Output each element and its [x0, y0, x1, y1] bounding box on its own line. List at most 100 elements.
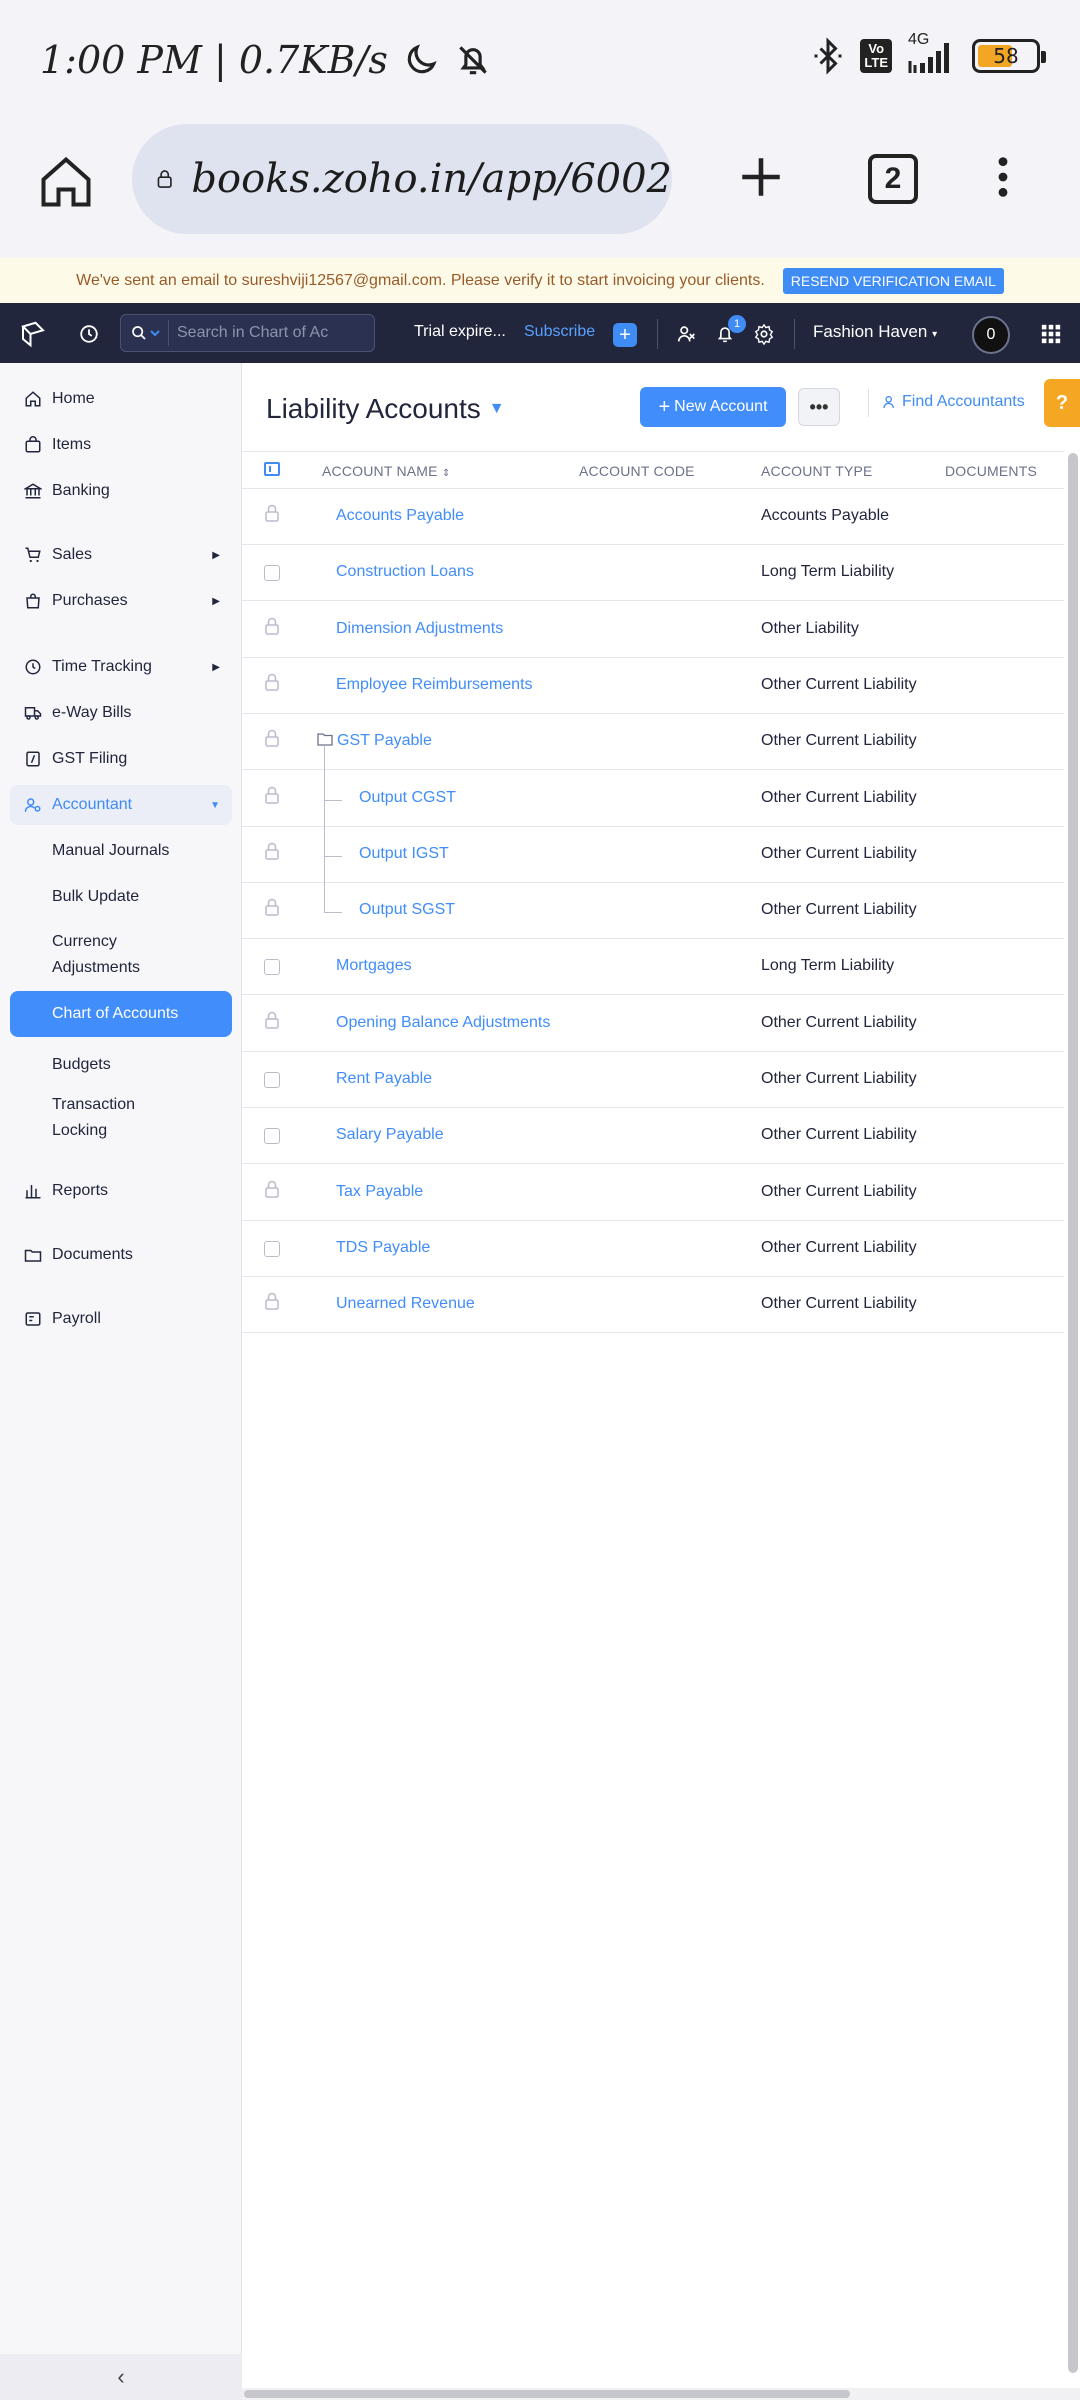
search-input[interactable] — [177, 324, 367, 342]
sidebar-subitem-budgets[interactable]: Budgets — [52, 1052, 222, 1078]
referral-icon[interactable] — [676, 323, 698, 345]
account-name-link[interactable]: Construction Loans — [336, 563, 474, 581]
row-checkbox[interactable] — [264, 1240, 280, 1257]
column-label: ACCOUNT NAME — [322, 463, 438, 479]
moon-icon — [407, 44, 437, 74]
sidebar-subitem-currency-adjustments[interactable]: Currency Adjustments — [52, 929, 172, 981]
table-row[interactable]: Dimension Adjustments Other Liability — [242, 602, 1064, 658]
more-options-button[interactable]: ••• — [798, 388, 840, 426]
truck-icon — [22, 702, 44, 724]
account-name-link[interactable]: Mortgages — [336, 957, 412, 975]
url-bar[interactable]: books.zoho.in/app/6002 — [132, 124, 672, 234]
column-customize-icon[interactable] — [264, 462, 280, 476]
account-type: Long Term Liability — [761, 563, 895, 581]
sidebar-item-home[interactable]: Home — [10, 379, 232, 419]
help-button[interactable]: ? — [1044, 379, 1080, 427]
sidebar-subitem-bulk-update[interactable]: Bulk Update — [52, 884, 222, 910]
row-checkbox[interactable] — [264, 1072, 280, 1088]
sidebar-item-reports[interactable]: Reports — [10, 1171, 232, 1211]
page-title-text: Liability Accounts — [266, 393, 481, 424]
account-type: Long Term Liability — [761, 957, 895, 975]
recent-history-icon[interactable] — [78, 323, 100, 345]
horizontal-scrollbar[interactable] — [244, 2390, 850, 2398]
sidebar-item-payroll[interactable]: Payroll — [10, 1299, 232, 1339]
account-name-link[interactable]: Output CGST — [359, 789, 456, 807]
sidebar-item-purchases[interactable]: Purchases ▶ — [10, 581, 232, 621]
new-tab-icon[interactable] — [736, 152, 786, 202]
table-row[interactable]: Unearned Revenue Other Current Liability — [242, 1277, 1064, 1334]
account-name-link[interactable]: Dimension Adjustments — [336, 620, 503, 638]
search-box[interactable] — [120, 314, 375, 352]
avatar[interactable]: 0 — [972, 316, 1010, 354]
resend-verification-button[interactable]: RESEND VERIFICATION EMAIL — [782, 267, 1004, 294]
account-name-link[interactable]: TDS Payable — [336, 1239, 430, 1257]
collapse-sidebar-button[interactable]: ‹ — [0, 2354, 242, 2400]
bar-chart-icon — [22, 1180, 44, 1202]
sidebar-item-gst-filing[interactable]: GST Filing — [10, 739, 232, 779]
accountant-icon — [22, 794, 44, 816]
sidebar-item-eway-bills[interactable]: e-Way Bills — [10, 693, 232, 733]
account-name-link[interactable]: Rent Payable — [336, 1070, 432, 1088]
account-name-link[interactable]: GST Payable — [337, 732, 432, 750]
sidebar-subitem-manual-journals[interactable]: Manual Journals — [52, 838, 222, 864]
status-time: 1:00 PM | 0.7KB/s — [40, 38, 388, 82]
sidebar-item-banking[interactable]: Banking — [10, 471, 232, 511]
bag-icon — [22, 434, 44, 456]
table-row[interactable]: Rent Payable Other Current Liability — [242, 1052, 1064, 1108]
row-checkbox[interactable] — [264, 565, 280, 582]
find-accountants-link[interactable]: Find Accountants — [868, 389, 1025, 417]
tab-count-button[interactable]: 2 — [868, 154, 918, 204]
account-name-link[interactable]: Output IGST — [359, 845, 449, 863]
table-row[interactable]: GST Payable Other Current Liability — [242, 714, 1064, 772]
sidebar-subitem-chart-of-accounts[interactable]: Chart of Accounts — [10, 991, 232, 1037]
table-row[interactable]: Construction Loans Long Term Liability — [242, 545, 1064, 602]
row-checkbox[interactable] — [264, 959, 280, 976]
sidebar-item-items[interactable]: Items — [10, 425, 232, 465]
table-row[interactable]: Tax Payable Other Current Liability — [242, 1165, 1064, 1221]
table-row[interactable]: Employee Reimbursements Other Current Lia… — [242, 658, 1064, 714]
account-type: Other Current Liability — [761, 1126, 917, 1144]
sidebar-item-time-tracking[interactable]: Time Tracking ▶ — [10, 647, 232, 687]
table-row[interactable]: Salary Payable Other Current Liability — [242, 1108, 1064, 1165]
lock-icon — [264, 728, 282, 750]
home-icon[interactable] — [36, 152, 96, 212]
account-name-link[interactable]: Salary Payable — [336, 1126, 444, 1144]
account-name-link[interactable]: Accounts Payable — [336, 507, 464, 525]
table-row[interactable]: Output CGST Other Current Liability — [242, 770, 1064, 828]
table-row[interactable]: TDS Payable Other Current Liability — [242, 1221, 1064, 1277]
column-account-code[interactable]: ACCOUNT CODE — [579, 463, 695, 479]
column-account-type[interactable]: ACCOUNT TYPE — [761, 463, 873, 479]
sidebar-item-documents[interactable]: Documents — [10, 1235, 232, 1275]
table-row[interactable]: Mortgages Long Term Liability — [242, 939, 1064, 996]
table-row[interactable]: Accounts Payable Accounts Payable — [242, 489, 1064, 545]
column-account-name[interactable]: ACCOUNT NAME ⇕ — [322, 463, 450, 479]
account-name-link[interactable]: Opening Balance Adjustments — [336, 1014, 550, 1032]
table-row[interactable]: Opening Balance Adjustments Other Current… — [242, 996, 1064, 1052]
sidebar-subitem-transaction-locking[interactable]: Transaction Locking — [52, 1092, 162, 1144]
settings-gear-icon[interactable] — [753, 323, 775, 345]
quick-create-button[interactable]: + — [613, 323, 637, 347]
page-title[interactable]: Liability Accounts ▼ — [266, 393, 505, 425]
chevron-left-icon: ‹ — [117, 2364, 125, 2389]
vertical-scrollbar[interactable] — [1068, 453, 1078, 2373]
bell-off-icon — [459, 46, 487, 75]
account-name-link[interactable]: Employee Reimbursements — [336, 676, 533, 694]
column-documents[interactable]: DOCUMENTS — [945, 463, 1037, 479]
subscribe-link[interactable]: Subscribe — [524, 323, 595, 341]
account-name-link[interactable]: Output SGST — [359, 901, 455, 919]
app-grid-icon[interactable] — [1040, 323, 1062, 345]
table-row[interactable]: Output SGST Other Current Liability — [242, 883, 1064, 940]
new-account-button[interactable]: + New Account — [640, 387, 786, 427]
account-name-link[interactable]: Tax Payable — [336, 1183, 423, 1201]
organization-switcher[interactable]: Fashion Haven ▾ — [813, 322, 937, 342]
zoho-books-logo-icon[interactable] — [18, 319, 48, 349]
sidebar-item-sales[interactable]: Sales ▶ — [10, 535, 232, 575]
row-checkbox[interactable] — [264, 1128, 280, 1145]
sidebar-item-accountant[interactable]: Accountant ▼ — [10, 785, 232, 825]
account-name-link[interactable]: Unearned Revenue — [336, 1295, 475, 1313]
account-type: Other Current Liability — [761, 1295, 917, 1313]
folder-icon[interactable] — [317, 732, 333, 746]
table-row[interactable]: Output IGST Other Current Liability — [242, 826, 1064, 884]
chevron-down-icon[interactable] — [150, 328, 160, 338]
more-vert-icon[interactable] — [980, 152, 1026, 202]
